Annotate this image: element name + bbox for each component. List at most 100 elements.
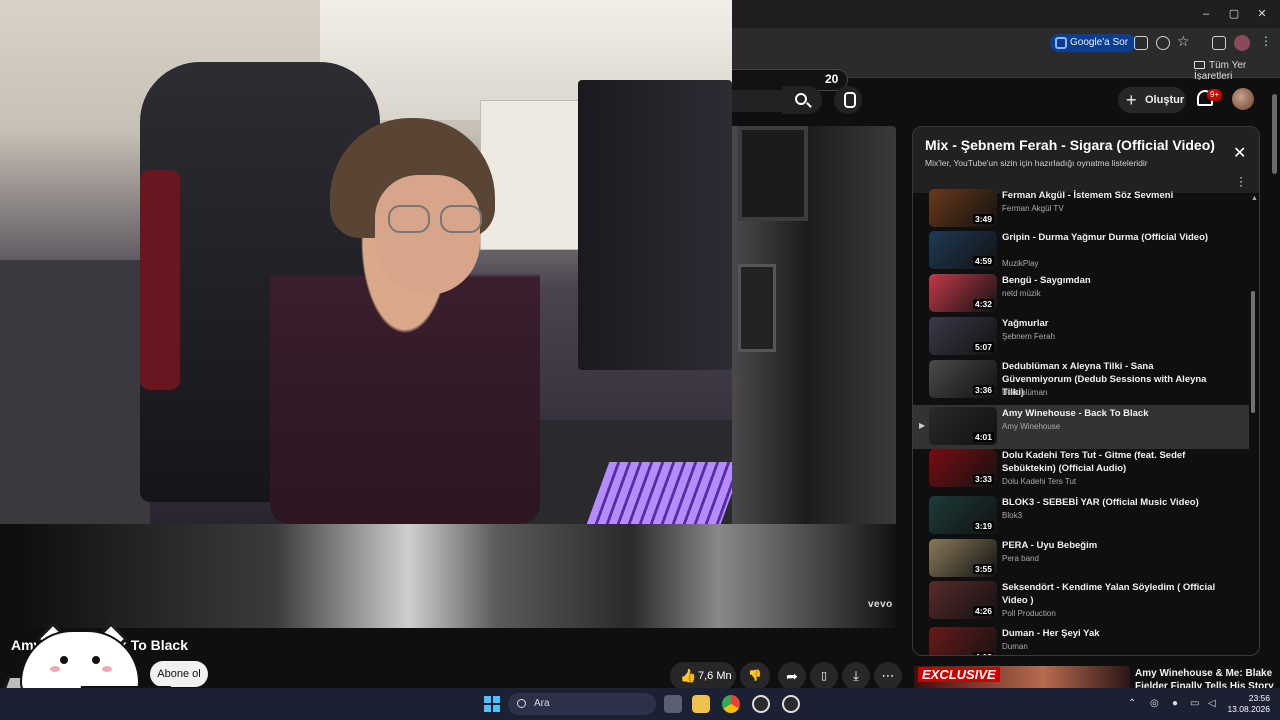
subscribe-button[interactable]: Abone ol [150, 661, 208, 687]
like-button[interactable]: 👍 7,6 Mn [670, 662, 736, 690]
tray-volume-icon[interactable]: ◁ [1208, 698, 1216, 709]
google-ask-button[interactable]: Google'a Sor [1050, 34, 1137, 52]
app-icon[interactable] [782, 695, 800, 713]
playlist-item-title[interactable]: PERA - Uyu Bebeğim [1002, 539, 1222, 552]
playlist-item-thumbnail[interactable]: 4:03 [929, 627, 997, 655]
playlist-item-channel: Dedublüman [1002, 388, 1048, 397]
google-lens-icon [1055, 37, 1067, 49]
playlist-item[interactable]: 3:19 BLOK3 - SEBEBİ YAR (Official Music V… [913, 494, 1249, 538]
playlist-item-duration: 3:36 [972, 385, 994, 395]
minimize-button[interactable]: – [1198, 6, 1214, 22]
playlist-item[interactable]: 4:59 Gripin - Durma Yağmur Durma (Officia… [913, 229, 1249, 273]
search-input[interactable] [732, 90, 782, 112]
playlist-item-title[interactable]: Seksendört - Kendime Yalan Söyledim ( Of… [1002, 581, 1222, 607]
more-menu-icon[interactable]: ⋮ [1260, 34, 1272, 48]
eye-off-icon[interactable] [1156, 36, 1170, 50]
share-button[interactable]: ➦ [778, 662, 806, 690]
clock-date: 13.08.2026 [1227, 704, 1270, 714]
playlist-item[interactable]: 3:36 Dedublüman x Aleyna Tilki - Sana Güv… [913, 358, 1249, 402]
playlist-item-thumbnail[interactable]: 4:26 [929, 581, 997, 619]
playlist-item[interactable]: ▶ 4:01 Amy Winehouse - Back To Black Amy Wi… [913, 405, 1249, 449]
playlist-item-duration: 4:01 [972, 432, 994, 442]
playlist-item-title[interactable]: Duman - Her Şeyi Yak [1002, 627, 1222, 640]
playlist-item-thumbnail[interactable]: 4:32 [929, 274, 997, 312]
webcam-sofa [0, 260, 150, 524]
playlist-item-title[interactable]: Amy Winehouse - Back To Black [1002, 407, 1222, 420]
bookmark-star-icon[interactable]: ☆ [1177, 33, 1190, 50]
tray-display-icon[interactable]: ▭ [1190, 698, 1199, 709]
webcam-glasses [388, 205, 488, 233]
playlist-scrollbar[interactable] [1251, 291, 1255, 413]
maximize-button[interactable]: ▢ [1226, 6, 1242, 22]
webcam-chair-accent [140, 170, 180, 390]
bongo-cat-cheek [102, 666, 112, 672]
playlist-item[interactable]: 4:26 Seksendört - Kendime Yalan Söyledim … [913, 579, 1249, 623]
playlist-item-channel: Poll Production [1002, 609, 1056, 618]
scroll-up-arrow-icon[interactable]: ▲ [1251, 195, 1258, 202]
playlist-item-duration: 3:55 [972, 564, 994, 574]
playlist-item-title[interactable]: Ferman Akgül - İstemem Söz Sevmeni [1002, 189, 1222, 202]
dislike-button[interactable]: 👎 [740, 662, 770, 690]
create-button[interactable]: + Oluştur [1118, 87, 1186, 113]
start-button[interactable] [484, 696, 500, 712]
playlist-item-channel: Ferman Akgül TV [1002, 204, 1064, 213]
playlist-item[interactable]: 5:07 Yağmurlar Şebnem Ferah [913, 315, 1249, 359]
search-button[interactable] [782, 86, 822, 114]
playlist-item-thumbnail[interactable]: 3:49 [929, 189, 997, 227]
playlist-item[interactable]: 4:03 Duman - Her Şeyi Yak Duman [913, 625, 1249, 655]
playlist-item-channel: netd müzik [1002, 289, 1041, 298]
playlist-item[interactable]: 4:32 Bengü - Saygımdan netd müzik [913, 272, 1249, 316]
webcam-pc-case [578, 80, 732, 370]
chrome-icon[interactable] [722, 695, 740, 713]
search-icon [795, 93, 807, 105]
playlist-item-title[interactable]: BLOK3 - SEBEBİ YAR (Official Music Video… [1002, 496, 1222, 509]
folder-icon [1194, 61, 1205, 69]
clock-time: 23:56 [1248, 693, 1270, 703]
playlist-item-title[interactable]: Gripin - Durma Yağmur Durma (Official Vi… [1002, 231, 1222, 244]
playlist-item-thumbnail[interactable]: 4:59 [929, 231, 997, 269]
playlist-item-thumbnail[interactable]: 5:07 [929, 317, 997, 355]
playlist-item-thumbnail[interactable]: 4:01 [929, 407, 997, 445]
playlist-item-thumbnail[interactable]: 3:19 [929, 496, 997, 534]
playlist-item-thumbnail[interactable]: 3:55 [929, 539, 997, 577]
thumbs-up-icon: 👍 [680, 668, 697, 683]
all-bookmarks[interactable]: Tüm Yer İşaretleri [1194, 60, 1280, 82]
taskbar-clock[interactable]: 23:56 13.08.2026 [1226, 693, 1270, 715]
account-avatar[interactable] [1232, 88, 1254, 110]
playlist-item-thumbnail[interactable]: 3:33 [929, 449, 997, 487]
page-scrollbar[interactable] [1272, 94, 1277, 174]
recommendation-badge: EXCLUSIVE [918, 667, 1000, 682]
playlist-item-channel: Dolu Kadehi Ters Tut [1002, 477, 1077, 486]
playlist-item-channel: MuzikPlay [1002, 259, 1039, 268]
tray-network-icon[interactable]: ◎ [1150, 698, 1159, 709]
mix-playlist-panel: Mix - Şebnem Ferah - Sigara (Official Vi… [912, 126, 1260, 656]
playlist-item[interactable]: 3:55 PERA - Uyu Bebeğim Pera band [913, 537, 1249, 581]
save-button[interactable]: ▯ [810, 662, 838, 690]
playlist-item[interactable]: 3:49 Ferman Akgül - İstemem Söz Sevmeni Fe… [913, 187, 1249, 231]
obs-icon[interactable] [752, 695, 770, 713]
profile-avatar[interactable] [1234, 35, 1250, 51]
playlist-item-title[interactable]: Yağmurlar [1002, 317, 1222, 330]
more-actions-button[interactable]: ⋯ [874, 662, 902, 690]
bookmark-icon: ▯ [820, 670, 828, 682]
playlist-item-title[interactable]: Bengü - Saygımdan [1002, 274, 1222, 287]
tray-chevron-icon[interactable]: ⌃ [1128, 698, 1136, 709]
close-window-button[interactable]: ✕ [1254, 6, 1270, 22]
playlist-item-duration: 4:26 [972, 606, 994, 616]
taskbar-search-label: Ara [534, 698, 550, 709]
task-view-icon[interactable] [664, 695, 682, 713]
reading-list-icon[interactable] [1212, 36, 1226, 50]
webcam-person-face [375, 175, 480, 295]
voice-search-button[interactable] [834, 86, 862, 114]
playlist-item-duration: 4:03 [972, 652, 994, 655]
download-button[interactable]: ⤓ [842, 662, 870, 690]
file-explorer-icon[interactable] [692, 695, 710, 713]
playlist-item-thumbnail[interactable]: 3:36 [929, 360, 997, 398]
install-icon[interactable] [1134, 36, 1148, 50]
playlist-item[interactable]: 3:33 Dolu Kadehi Ters Tut - Gitme (feat. … [913, 447, 1249, 491]
vevo-watermark: vevo [868, 599, 893, 610]
taskbar-search[interactable]: Ara [508, 693, 656, 715]
like-count: 7,6 Mn [698, 670, 732, 682]
tray-mic-icon[interactable]: ● [1172, 698, 1178, 709]
playlist-item-title[interactable]: Dolu Kadehi Ters Tut - Gitme (feat. Sede… [1002, 449, 1222, 475]
